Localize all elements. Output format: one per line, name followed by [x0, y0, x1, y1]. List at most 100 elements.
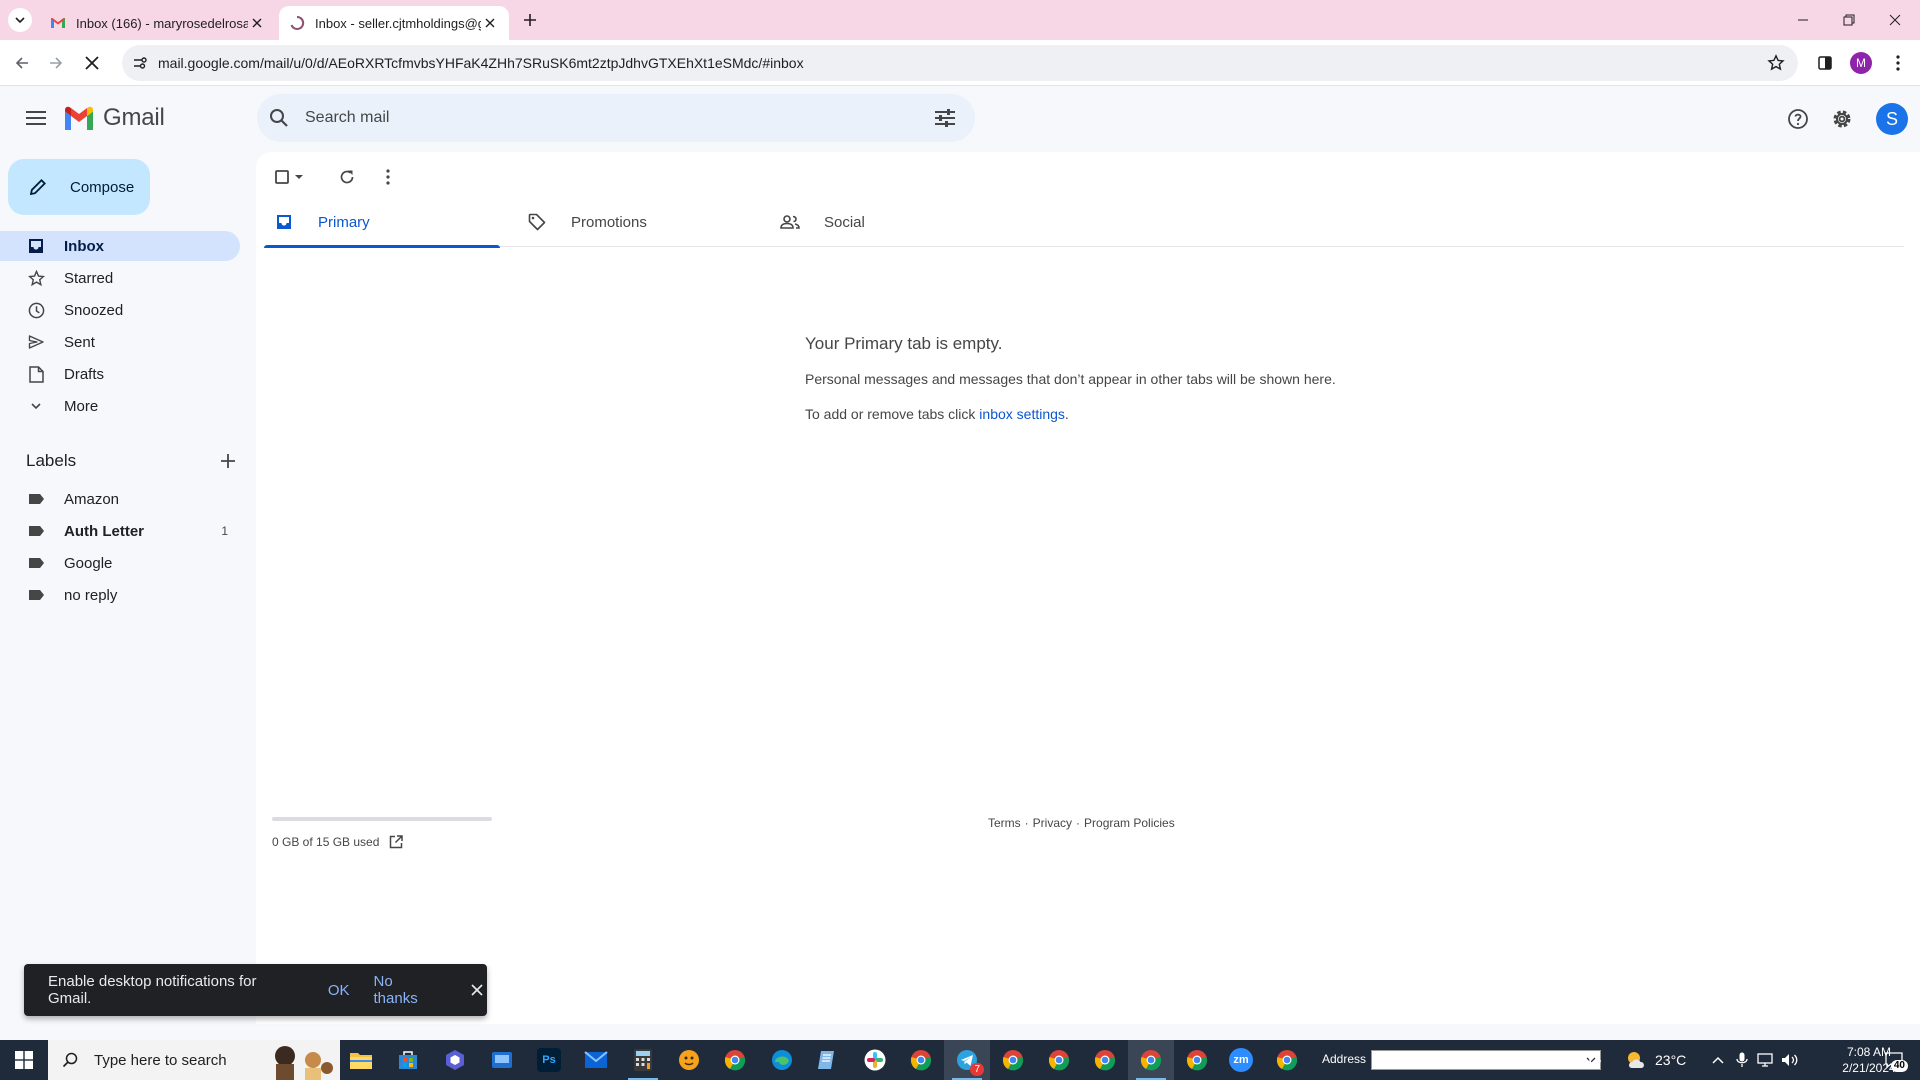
compose-label: Compose — [70, 178, 135, 196]
start-button[interactable] — [0, 1040, 48, 1080]
support-button[interactable] — [1785, 106, 1811, 132]
taskbar-zoom[interactable]: zm — [1218, 1040, 1264, 1080]
main-panel: Primary Promotions Social Your Primary t… — [256, 152, 1920, 1024]
tab-close-icon[interactable] — [481, 14, 499, 32]
url-text[interactable]: mail.google.com/mail/u/0/d/AEoRXRTcfmvbs… — [158, 55, 1764, 71]
tab-social[interactable]: Social — [770, 197, 1006, 247]
send-icon — [26, 332, 46, 352]
taskbar-chrome-4[interactable] — [1036, 1040, 1082, 1080]
browser-toolbar: mail.google.com/mail/u/0/d/AEoRXRTcfmvbs… — [0, 40, 1920, 86]
browser-tab-inbox-maryrose[interactable]: Inbox (166) - maryrosedelrosario — [40, 6, 276, 40]
minimize-icon — [1798, 19, 1808, 21]
taskbar-chrome-2[interactable] — [898, 1040, 944, 1080]
taskbar-chrome-active[interactable] — [1128, 1040, 1174, 1080]
address-bar[interactable]: mail.google.com/mail/u/0/d/AEoRXRTcfmvbs… — [122, 45, 1798, 81]
microphone-icon[interactable] — [1732, 1050, 1752, 1070]
taskbar-copilot[interactable] — [432, 1040, 478, 1080]
more-vert-icon — [1896, 55, 1900, 71]
inbox-settings-link[interactable]: inbox settings — [979, 406, 1065, 422]
taskbar-chrome-6[interactable] — [1174, 1040, 1220, 1080]
calculator-icon — [634, 1049, 652, 1071]
account-avatar[interactable]: S — [1876, 103, 1908, 135]
terms-link[interactable]: Terms — [988, 816, 1021, 830]
minimize-button[interactable] — [1780, 0, 1826, 40]
back-button[interactable] — [10, 51, 34, 75]
taskbar-chrome-7[interactable] — [1264, 1040, 1310, 1080]
nav-item-drafts[interactable]: Drafts — [0, 359, 240, 389]
show-hidden-icons-chevron-up-icon[interactable] — [1708, 1050, 1728, 1070]
network-icon[interactable] — [1756, 1050, 1776, 1070]
add-label-button[interactable] — [218, 451, 238, 471]
nav-item-starred[interactable]: Starred — [0, 263, 240, 293]
more-vert-icon — [386, 169, 390, 185]
taskbar-chrome[interactable] — [712, 1040, 758, 1080]
taskbar-calculator[interactable] — [620, 1040, 666, 1080]
address-toolbar-input[interactable] — [1371, 1050, 1601, 1070]
side-panel-button[interactable] — [1813, 51, 1837, 75]
snackbar-close-icon[interactable] — [467, 980, 487, 1000]
tab-promotions[interactable]: Promotions — [517, 197, 753, 247]
more-actions-button[interactable] — [373, 162, 403, 192]
monitor-app-icon — [492, 1052, 512, 1068]
chrome-icon — [910, 1050, 932, 1071]
taskbar-app-notes[interactable] — [805, 1040, 851, 1080]
address-go-icon[interactable] — [1587, 1052, 1603, 1068]
taskbar-app-orange[interactable] — [666, 1040, 712, 1080]
tab-search-button[interactable] — [8, 8, 32, 32]
nav-item-inbox[interactable]: Inbox — [0, 231, 240, 261]
taskbar-search-box[interactable]: Type here to search — [48, 1040, 340, 1080]
nav-item-sent[interactable]: Sent — [0, 327, 240, 357]
select-all-checkbox[interactable] — [271, 162, 311, 192]
label-item-google[interactable]: Google — [0, 549, 240, 577]
refresh-button[interactable] — [332, 162, 362, 192]
restore-button[interactable] — [1826, 0, 1872, 40]
bookmark-star-icon[interactable] — [1764, 51, 1788, 75]
forward-button[interactable] — [44, 51, 68, 75]
snackbar-no-thanks-button[interactable]: No thanks — [374, 973, 442, 1007]
site-info-icon[interactable] — [130, 53, 150, 73]
browser-profile-avatar[interactable]: M — [1850, 52, 1872, 74]
main-menu-button[interactable] — [20, 106, 52, 130]
taskbar-mail[interactable] — [573, 1040, 619, 1080]
nav-item-snoozed[interactable]: Snoozed — [0, 295, 240, 325]
address-toolbar-label: Address — [1322, 1052, 1367, 1066]
label-item-no-reply[interactable]: no reply — [0, 581, 240, 609]
volume-icon[interactable] — [1780, 1050, 1800, 1070]
weather-widget[interactable]: 23°C — [1625, 1048, 1686, 1072]
taskbar-file-explorer[interactable] — [338, 1040, 384, 1080]
taskbar-chrome-5[interactable] — [1082, 1040, 1128, 1080]
close-window-button[interactable] — [1872, 0, 1918, 40]
taskbar-photoshop[interactable]: Ps — [526, 1040, 572, 1080]
search-icon[interactable] — [267, 106, 291, 130]
tab-primary[interactable]: Primary — [264, 197, 500, 248]
nav-item-more[interactable]: More — [0, 391, 240, 421]
settings-button[interactable] — [1829, 106, 1855, 132]
nav-label: More — [64, 397, 99, 415]
taskbar-edge[interactable] — [759, 1040, 805, 1080]
gmail-logo[interactable]: Gmail — [63, 104, 165, 132]
tab-title: Inbox (166) - maryrosedelrosario — [76, 15, 248, 31]
label-item-amazon[interactable]: Amazon — [0, 485, 240, 513]
taskbar-store[interactable] — [385, 1040, 431, 1080]
labels-header: Labels — [26, 450, 238, 472]
browser-menu-button[interactable] — [1886, 51, 1910, 75]
program-policies-link[interactable]: Program Policies — [1084, 816, 1175, 830]
snackbar-ok-button[interactable]: OK — [328, 982, 350, 999]
tab-close-icon[interactable] — [248, 14, 266, 32]
taskbar-telegram[interactable]: 7 — [944, 1040, 990, 1080]
new-tab-button[interactable] — [520, 10, 540, 30]
search-options-icon[interactable] — [931, 104, 959, 132]
label-item-auth-letter[interactable]: Auth Letter 1 — [0, 517, 240, 545]
stop-loading-button[interactable] — [80, 51, 104, 75]
compose-button[interactable]: Compose — [8, 159, 150, 215]
taskbar-app-blue[interactable] — [479, 1040, 525, 1080]
browser-tab-inbox-seller[interactable]: Inbox - seller.cjtmholdings@gmail.com — [279, 6, 509, 40]
notification-center-button[interactable]: 40 — [1880, 1048, 1908, 1072]
help-icon — [1788, 109, 1808, 129]
taskbar-chrome-3[interactable] — [990, 1040, 1036, 1080]
search-input[interactable] — [305, 109, 931, 127]
taskbar-slack[interactable] — [852, 1040, 898, 1080]
open-in-new-icon[interactable] — [387, 833, 405, 851]
chevron-down-icon — [26, 396, 46, 416]
privacy-link[interactable]: Privacy — [1033, 816, 1072, 830]
